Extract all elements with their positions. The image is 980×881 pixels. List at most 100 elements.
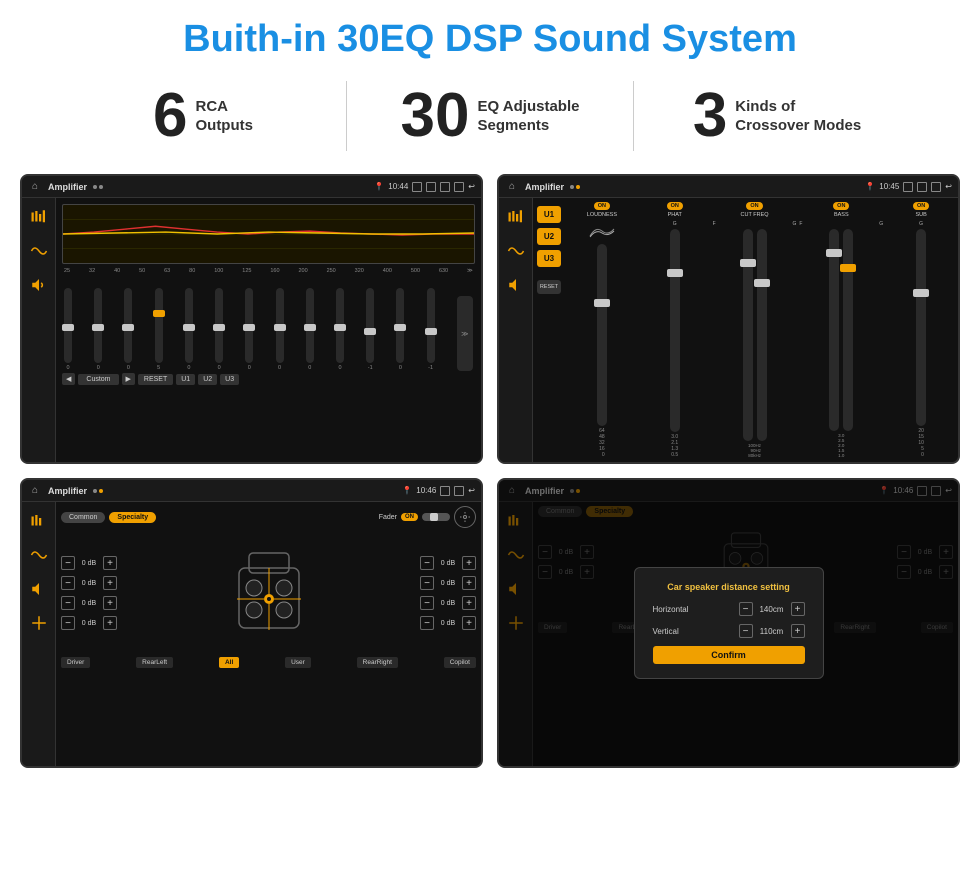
dialog-vertical-row: Vertical − 110cm +	[653, 624, 805, 638]
phat-scale: 3.02.11.30.5	[671, 434, 678, 458]
eq-custom-btn[interactable]: Custom	[78, 374, 118, 385]
horizontal-minus-btn[interactable]: −	[739, 602, 753, 616]
eq-icon-2[interactable]	[505, 206, 527, 228]
slider-track-10[interactable]	[336, 288, 344, 363]
slider-track-7[interactable]	[245, 288, 253, 363]
speaker-icon-2[interactable]	[505, 274, 527, 296]
slider-val-10: 0	[338, 365, 341, 371]
wave-icon-3[interactable]	[28, 544, 50, 566]
eq-reset-btn[interactable]: RESET	[138, 374, 173, 385]
screen1-main: 25 32 40 50 63 80 100 125 160 200 250 32…	[56, 198, 481, 462]
rearright-btn[interactable]: RearRight	[357, 657, 398, 668]
slider-track-9[interactable]	[306, 288, 314, 363]
speaker-icon-3[interactable]	[28, 578, 50, 600]
cutfreq-slider-g[interactable]	[757, 229, 767, 441]
sub-slider[interactable]	[916, 229, 926, 426]
db-plus-3[interactable]: +	[103, 596, 117, 610]
side-icons-1	[22, 198, 56, 462]
db-value-r4: 0 dB	[436, 620, 460, 627]
bass-slider-f[interactable]	[829, 229, 839, 431]
db-minus-r4[interactable]: −	[420, 616, 434, 630]
wave-icon-2[interactable]	[505, 240, 527, 262]
db-row-3: − 0 dB +	[61, 596, 117, 610]
back-icon[interactable]: ↩	[468, 182, 475, 191]
phat-toggle[interactable]: ON	[667, 202, 683, 210]
cutfreq-toggle[interactable]: ON	[746, 202, 762, 210]
loudness-label: LOUDNESS	[587, 212, 617, 218]
eq-u2-btn[interactable]: U2	[198, 374, 217, 385]
back-icon-3[interactable]: ↩	[468, 486, 475, 495]
user-btn[interactable]: User	[285, 657, 311, 668]
db-minus-r1[interactable]: −	[420, 556, 434, 570]
db-plus-1[interactable]: +	[103, 556, 117, 570]
db-plus-r4[interactable]: +	[462, 616, 476, 630]
settings-icon-3[interactable]	[454, 506, 476, 528]
horizontal-value: 140cm	[757, 605, 787, 614]
all-btn[interactable]: All	[219, 657, 239, 668]
eq-u1-btn[interactable]: U1	[176, 374, 195, 385]
wave-icon[interactable]	[28, 240, 50, 262]
home-icon[interactable]	[28, 180, 42, 194]
eq-u3-btn[interactable]: U3	[220, 374, 239, 385]
vertical-minus-btn[interactable]: −	[739, 624, 753, 638]
db-plus-r2[interactable]: +	[462, 576, 476, 590]
slider-track-12[interactable]	[396, 288, 404, 363]
confirm-button[interactable]: Confirm	[653, 646, 805, 664]
common-tab[interactable]: Common	[61, 512, 105, 523]
reset-btn-2[interactable]: RESET	[537, 280, 561, 294]
db-minus-r2[interactable]: −	[420, 576, 434, 590]
db-value-2: 0 dB	[77, 580, 101, 587]
slider-track-4[interactable]	[155, 288, 163, 363]
pin-icon-3: 📍	[402, 486, 412, 495]
rearleft-btn[interactable]: RearLeft	[136, 657, 173, 668]
eq-play-btn[interactable]: ▶	[122, 373, 135, 385]
home-icon-3[interactable]	[28, 484, 42, 498]
arrows-icon-3[interactable]	[28, 612, 50, 634]
slider-track-8[interactable]	[276, 288, 284, 363]
home-icon-2[interactable]	[505, 180, 519, 194]
eq-prev-btn[interactable]: ◀	[62, 373, 75, 385]
dot2	[99, 185, 103, 189]
slider-track-1[interactable]	[64, 288, 72, 363]
eq-icon[interactable]	[28, 206, 50, 228]
slider-track-11[interactable]	[366, 288, 374, 363]
u2-btn[interactable]: U2	[537, 228, 561, 245]
loudness-slider[interactable]	[597, 244, 607, 426]
slider-track-6[interactable]	[215, 288, 223, 363]
driver-btn[interactable]: Driver	[61, 657, 90, 668]
copilot-btn[interactable]: Copilot	[444, 657, 476, 668]
db-minus-2[interactable]: −	[61, 576, 75, 590]
db-minus-r3[interactable]: −	[420, 596, 434, 610]
speaker-icon[interactable]	[28, 274, 50, 296]
vertical-plus-btn[interactable]: +	[791, 624, 805, 638]
cutfreq-slider-f[interactable]	[743, 229, 753, 441]
bass-slider-g[interactable]	[843, 229, 853, 431]
slider-track-3[interactable]	[124, 288, 132, 363]
fader-slider[interactable]	[422, 513, 450, 521]
slider-col-2: 0	[94, 288, 102, 371]
db-minus-1[interactable]: −	[61, 556, 75, 570]
slider-expand[interactable]: ≫	[457, 296, 473, 371]
db-plus-4[interactable]: +	[103, 616, 117, 630]
db-minus-4[interactable]: −	[61, 616, 75, 630]
db-plus-r1[interactable]: +	[462, 556, 476, 570]
horizontal-label: Horizontal	[653, 605, 689, 614]
loudness-toggle[interactable]: ON	[594, 202, 610, 210]
sub-toggle[interactable]: ON	[913, 202, 929, 210]
slider-track-13[interactable]	[427, 288, 435, 363]
db-plus-r3[interactable]: +	[462, 596, 476, 610]
db-minus-3[interactable]: −	[61, 596, 75, 610]
u3-btn[interactable]: U3	[537, 250, 561, 267]
slider-track-5[interactable]	[185, 288, 193, 363]
screen-crossover: Amplifier 📍 10:46 ↩	[20, 478, 483, 768]
back-icon-2[interactable]: ↩	[945, 182, 952, 191]
u1-btn[interactable]: U1	[537, 206, 561, 223]
slider-track-2[interactable]	[94, 288, 102, 363]
specialty-tab[interactable]: Specialty	[109, 512, 156, 523]
eq-icon-3[interactable]	[28, 510, 50, 532]
phat-slider[interactable]	[670, 229, 680, 432]
bass-toggle[interactable]: ON	[833, 202, 849, 210]
fader-on-btn[interactable]: ON	[401, 513, 418, 521]
db-plus-2[interactable]: +	[103, 576, 117, 590]
horizontal-plus-btn[interactable]: +	[791, 602, 805, 616]
